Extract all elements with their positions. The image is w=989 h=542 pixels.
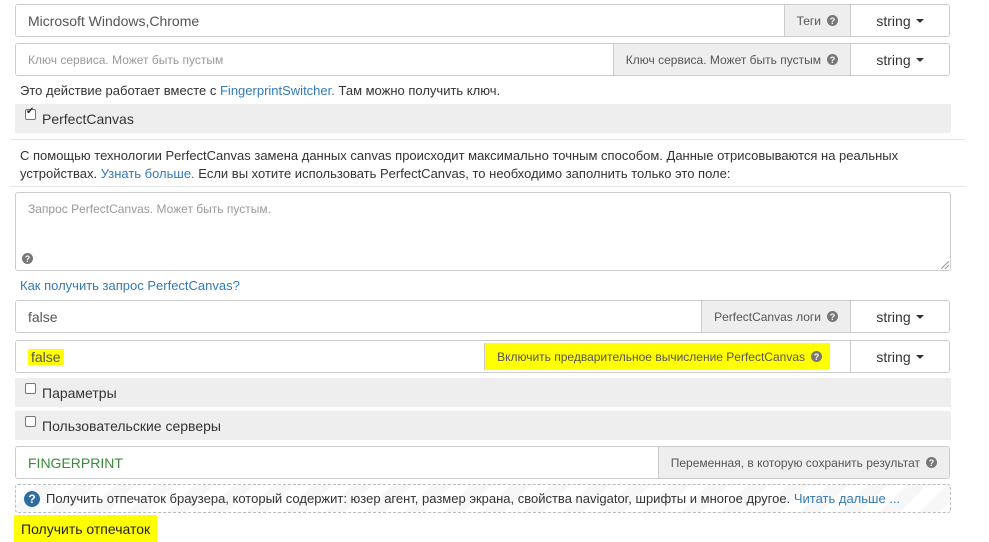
service-key-label: Ключ сервиса. Может быть пустым [625, 52, 821, 67]
pc-logs-type-label: string [876, 308, 911, 325]
result-var-input-group: FINGERPRINT Переменная, в которую сохран… [15, 446, 950, 479]
tags-addon: Теги ? [783, 5, 850, 36]
custom-servers-checkbox-row[interactable]: Пользовательские серверы [15, 411, 951, 440]
pc-precompute-input[interactable]: false [16, 341, 485, 372]
switcher-note: Это действие работает вместе с Fingerpri… [20, 83, 500, 98]
pc-logs-input[interactable]: false [16, 301, 702, 332]
service-key-type-label: string [876, 51, 911, 68]
result-var-addon: Переменная, в которую сохранить результа… [657, 447, 949, 478]
pc-request-help: Как получить запрос PerfectCanvas? [20, 278, 240, 293]
pc-description-line2: устройствах. Узнать больше. Если вы хоти… [20, 165, 960, 183]
checkbox-icon[interactable] [25, 106, 36, 120]
pc-description: С помощью технологии PerfectCanvas замен… [20, 147, 960, 183]
tags-type-label: string [876, 12, 911, 29]
params-checkbox-label: Параметры [42, 384, 117, 401]
switcher-note-text: Это действие работает вместе с [20, 83, 220, 98]
pc-precompute-value: false [28, 348, 64, 365]
pc-request-textarea[interactable]: Запрос PerfectCanvas. Может быть пустым.… [15, 192, 951, 271]
service-key-type-dropdown[interactable]: string [850, 44, 949, 75]
custom-servers-checkbox-label: Пользовательские серверы [42, 417, 221, 434]
service-key-addon: Ключ сервиса. Может быть пустым ? [612, 44, 850, 75]
info-icon: ? [24, 490, 40, 507]
pc-logs-addon: PerfectCanvas логи ? [701, 301, 850, 332]
result-var-label: Переменная, в которую сохранить результа… [670, 455, 920, 470]
question-icon[interactable]: ? [827, 15, 838, 26]
tags-input[interactable]: Microsoft Windows,Chrome [16, 5, 784, 36]
pc-precompute-type-label: string [876, 348, 911, 365]
caret-down-icon [915, 314, 924, 319]
pc-precompute-addon: Включить предварительное вычисление Perf… [484, 343, 830, 370]
pc-description-text-after: Если вы хотите использовать PerfectCanva… [194, 166, 731, 181]
switcher-note-text-after: Там можно получить ключ. [334, 83, 501, 98]
scrollbar[interactable] [975, 0, 989, 542]
pc-request-placeholder: Запрос PerfectCanvas. Может быть пустым. [28, 202, 271, 216]
info-text: Получить отпечаток браузера, который сод… [46, 491, 791, 506]
resize-grip-icon[interactable] [941, 261, 949, 269]
pc-precompute-label: Включить предварительное вычисление Perf… [497, 349, 805, 364]
read-more-link[interactable]: Читать дальше ... [794, 491, 900, 506]
pc-precompute-type-dropdown[interactable]: string [850, 341, 949, 372]
params-checkbox-row[interactable]: Параметры [15, 378, 951, 407]
caret-down-icon [915, 57, 924, 62]
pc-precompute-input-group: false Включить предварительное вычислени… [15, 340, 950, 373]
get-fingerprint-button[interactable]: Получить отпечаток [14, 515, 158, 542]
divider [10, 186, 965, 187]
pc-logs-input-group: false PerfectCanvas логи ? string [15, 300, 950, 333]
caret-down-icon [915, 18, 924, 23]
service-key-input-group: Ключ сервиса. Может быть пустым Ключ сер… [15, 43, 950, 76]
pc-request-help-link[interactable]: Как получить запрос PerfectCanvas? [20, 278, 240, 293]
question-icon[interactable]: ? [22, 253, 33, 264]
tags-label: Теги [796, 13, 821, 28]
pc-logs-label: PerfectCanvas логи [714, 309, 821, 324]
tags-type-dropdown[interactable]: string [850, 5, 949, 36]
perfectcanvas-checkbox-label: PerfectCanvas [42, 110, 134, 127]
checkbox-icon[interactable] [25, 416, 36, 427]
service-key-input[interactable]: Ключ сервиса. Может быть пустым [16, 44, 613, 75]
question-icon[interactable]: ? [926, 457, 937, 468]
result-var-input[interactable]: FINGERPRINT [16, 447, 658, 478]
checkbox-icon[interactable] [25, 383, 36, 394]
pc-description-line1: С помощью технологии PerfectCanvas замен… [20, 148, 899, 163]
divider [10, 139, 965, 140]
pc-description-text: устройствах. [20, 166, 101, 181]
learn-more-link[interactable]: Узнать больше. [101, 166, 195, 181]
question-icon[interactable]: ? [827, 54, 838, 65]
caret-down-icon [915, 354, 924, 359]
perfectcanvas-checkbox-row[interactable]: PerfectCanvas [15, 104, 951, 133]
question-icon[interactable]: ? [827, 311, 838, 322]
pc-logs-type-dropdown[interactable]: string [850, 301, 949, 332]
fingerprintswitcher-link[interactable]: FingerprintSwitcher. [220, 83, 335, 98]
info-box: ? Получить отпечаток браузера, который с… [15, 484, 951, 513]
tags-input-group: Microsoft Windows,Chrome Теги ? string [15, 4, 950, 37]
question-icon[interactable]: ? [811, 351, 822, 362]
